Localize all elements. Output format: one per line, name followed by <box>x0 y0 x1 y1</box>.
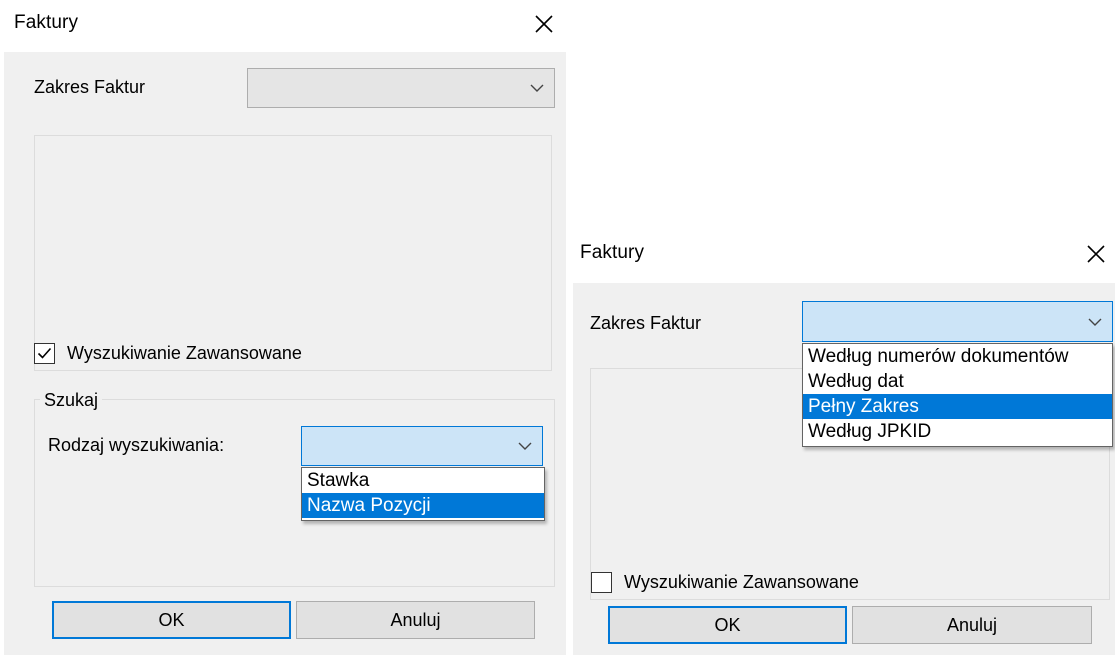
dropdown-option-pelny-zakres[interactable]: Pełny Zakres <box>803 394 1112 419</box>
left-rodzaj-label: Rodzaj wyszukiwania: <box>48 435 225 455</box>
dropdown-option-wedlug-jpkid[interactable]: Według JPKID <box>803 419 1112 444</box>
chevron-down-icon <box>518 442 532 450</box>
dropdown-option-stawka[interactable]: Stawka <box>302 468 544 493</box>
right-zakres-dropdown-list: Według numerów dokumentów Według dat Peł… <box>802 343 1113 447</box>
right-cancel-button[interactable]: Anuluj <box>852 606 1092 644</box>
dropdown-option-nazwa-pozycji[interactable]: Nazwa Pozycji <box>302 493 544 518</box>
left-cancel-button[interactable]: Anuluj <box>296 601 535 639</box>
left-zakres-combobox[interactable] <box>247 68 555 108</box>
dropdown-option-wedlug-dat[interactable]: Według dat <box>803 369 1112 394</box>
right-advanced-label[interactable]: Wyszukiwanie Zawansowane <box>624 572 859 593</box>
left-rodzaj-dropdown-list: Stawka Nazwa Pozycji <box>301 467 545 521</box>
left-zakres-label: Zakres Faktur <box>34 77 146 97</box>
right-zakres-combobox[interactable] <box>802 301 1113 342</box>
right-dialog-title: Faktury <box>580 242 645 263</box>
close-icon[interactable] <box>1076 234 1115 274</box>
right-dialog-window: Faktury Zakres Faktur Według numerów dok… <box>570 230 1115 655</box>
right-dialog-client: Zakres Faktur Według numerów dokumentów … <box>573 283 1115 655</box>
left-dialog-title: Faktury <box>14 12 79 33</box>
left-ok-button[interactable]: OK <box>52 601 291 639</box>
left-advanced-checkbox[interactable] <box>34 343 55 364</box>
right-ok-button[interactable]: OK <box>608 606 847 644</box>
right-dialog-titlebar: Faktury <box>570 230 1115 280</box>
right-advanced-checkbox[interactable] <box>591 572 612 593</box>
left-rodzaj-combobox[interactable] <box>301 426 543 466</box>
dropdown-option-wedlug-numerow[interactable]: Według numerów dokumentów <box>803 344 1112 369</box>
left-search-group-title: Szukaj <box>40 390 103 411</box>
left-dialog-titlebar: Faktury <box>0 0 570 50</box>
chevron-down-icon <box>1088 318 1102 326</box>
left-dialog-client: Zakres Faktur Wyszukiwanie Zawansowane S… <box>4 52 566 655</box>
left-advanced-label[interactable]: Wyszukiwanie Zawansowane <box>67 343 302 364</box>
chevron-down-icon <box>530 84 544 92</box>
checkmark-icon <box>37 347 52 359</box>
left-dialog-window: Faktury Zakres Faktur Wyszukiwanie Zawan… <box>0 0 570 655</box>
right-zakres-label: Zakres Faktur <box>590 313 702 333</box>
left-content-panel <box>34 135 552 371</box>
close-icon[interactable] <box>524 4 564 44</box>
